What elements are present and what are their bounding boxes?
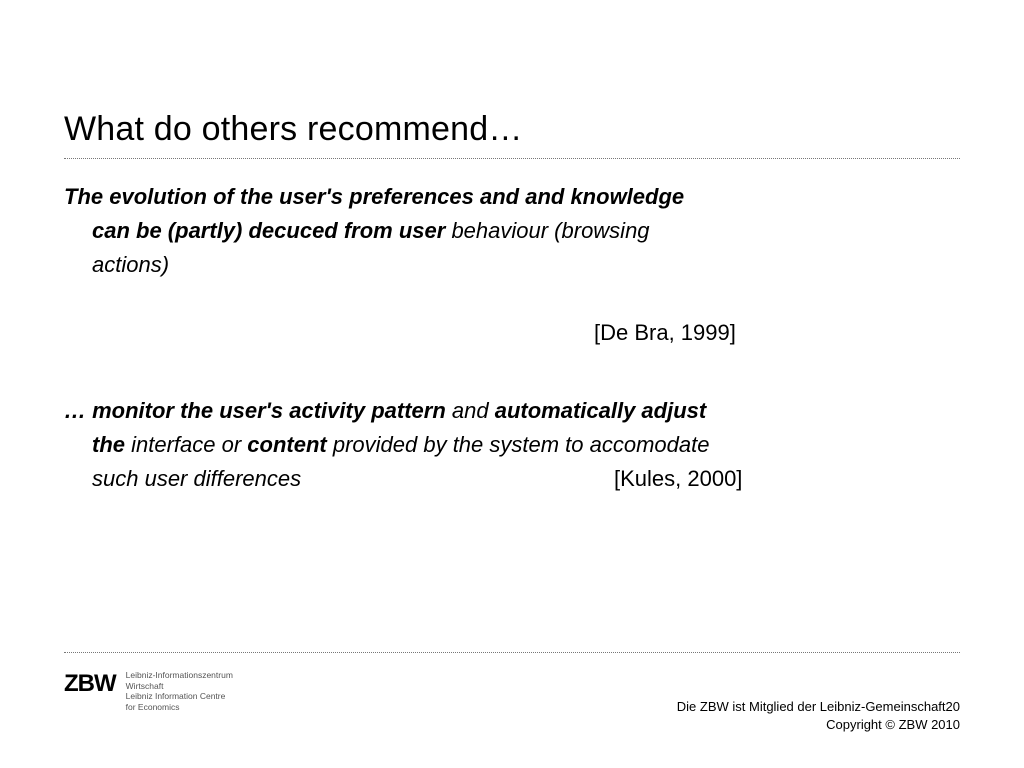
p1-line1: The evolution of the user's preferences … — [64, 184, 684, 209]
p2-line1c: automatically adjust — [495, 398, 707, 423]
p1-line2a: can be (partly) decuced from user — [92, 218, 451, 243]
p2-line2c: content — [247, 432, 326, 457]
citation-1: [De Bra, 1999] — [594, 316, 736, 350]
divider-bottom — [64, 652, 960, 653]
paragraph-2: … monitor the user's activity pattern an… — [64, 394, 960, 496]
zbw-sub-line1: Leibniz-Informationszentrum — [126, 670, 233, 681]
slide-body: The evolution of the user's preferences … — [64, 180, 960, 497]
p2-line1a: … monitor the user's activity pattern — [64, 398, 446, 423]
p2-line2a: the — [92, 432, 125, 457]
p2-line3a: such user differences — [92, 466, 301, 491]
slide-title: What do others recommend… — [64, 110, 523, 149]
p1-line2b: behaviour (browsing — [451, 218, 649, 243]
divider-top — [64, 158, 960, 159]
footer-right: Die ZBW ist Mitglied der Leibniz-Gemeins… — [677, 698, 960, 733]
citation-2: [Kules, 2000] — [614, 462, 742, 496]
p1-line3a: actions) — [92, 252, 169, 277]
zbw-sub-line4: for Economics — [126, 702, 233, 713]
p2-line2b: interface or — [125, 432, 247, 457]
p2-line2d: provided by the system to accomodate — [327, 432, 710, 457]
zbw-logo: ZBW — [64, 670, 116, 696]
zbw-sub-line2: Wirtschaft — [126, 681, 233, 692]
zbw-sub-line3: Leibniz Information Centre — [126, 691, 233, 702]
slide: What do others recommend… The evolution … — [0, 0, 1024, 768]
paragraph-1: The evolution of the user's preferences … — [64, 180, 960, 282]
footer-membership: Die ZBW ist Mitglied der Leibniz-Gemeins… — [677, 699, 946, 714]
p2-line1b: and — [446, 398, 495, 423]
footer-copyright: Copyright © ZBW 2010 — [677, 716, 960, 734]
footer-logo-block: ZBW Leibniz-Informationszentrum Wirtscha… — [64, 670, 233, 713]
zbw-subtitle: Leibniz-Informationszentrum Wirtschaft L… — [126, 670, 233, 713]
page-number: 20 — [946, 699, 960, 714]
